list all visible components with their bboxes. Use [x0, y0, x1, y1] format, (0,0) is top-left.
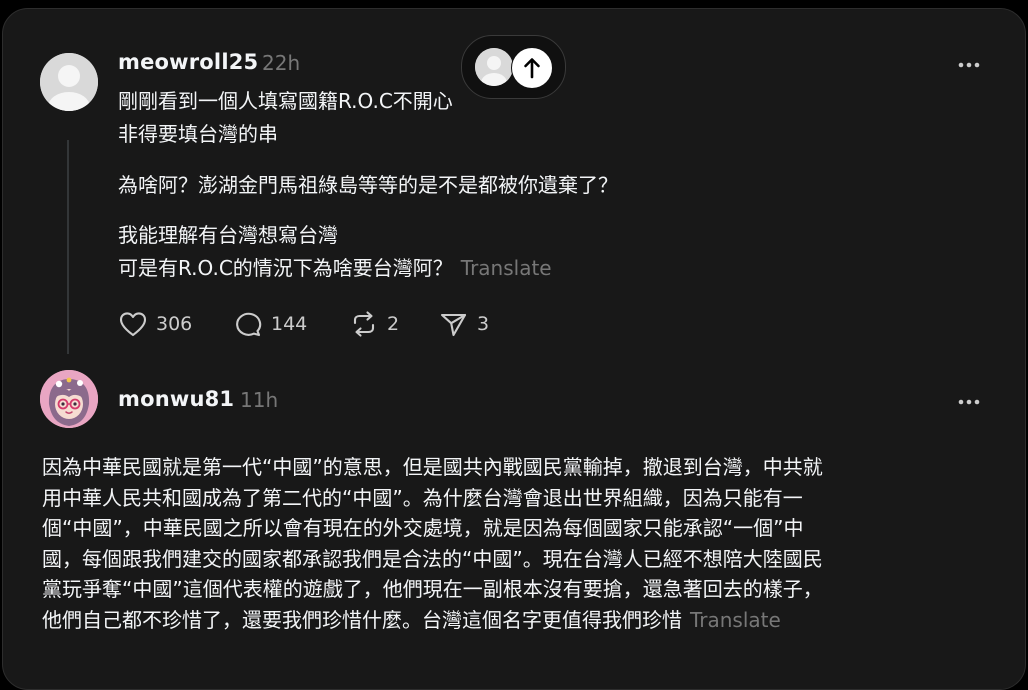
post-timestamp[interactable]: 11h [240, 388, 278, 412]
scroll-to-top-button[interactable] [511, 47, 553, 89]
post-text-line: 剛剛看到一個人填寫國籍R.O.C不開心 [118, 89, 453, 113]
post-text-line: 非得要填台灣的串 [118, 122, 278, 146]
repost-icon [353, 311, 375, 337]
send-icon [440, 313, 467, 337]
post-username[interactable]: meowroll25 [118, 50, 258, 74]
post-text-line: 用中華人民共和國成為了第二代的“中國”。為什麼台灣會退出世界組織，因為只能有一 [42, 485, 803, 510]
default-user-icon [40, 53, 98, 111]
avatar[interactable] [40, 370, 98, 428]
post-text-line: 為啥阿？澎湖金門馬祖綠島等等的是不是都被你遺棄了？ [118, 173, 618, 197]
translate-link[interactable]: Translate [461, 256, 552, 280]
heart-icon [119, 312, 147, 337]
arrow-up-icon [524, 58, 540, 79]
post-text: 他們自己都不珍惜了，還要我們珍惜什麼。台灣這個名字更值得我們珍惜 [42, 607, 682, 632]
post-text-line: 黨玩爭奪“中國”這個代表權的遊戲了，他們現在一副根本沒有要搶，還急著回去的樣子， [42, 577, 823, 601]
default-user-icon [475, 48, 513, 86]
post-text-last-line: 他們自己都不珍惜了，還要我們珍惜什麼。台灣這個名字更值得我們珍惜 Translat… [42, 605, 1002, 636]
avatar[interactable] [40, 53, 98, 111]
post-text: 可是有R.O.C的情況下為啥要台灣阿？ [118, 256, 453, 280]
scroll-to-top-pill[interactable] [461, 35, 566, 99]
post-text-last-line: 可是有R.O.C的情況下為啥要台灣阿？ Translate [118, 253, 552, 283]
post-text-line: 因為中華民國就是第一代“中國”的意思，但是國共內戰國民黨輸掉，撤退到台灣，中共就 [42, 455, 823, 479]
comment-icon [236, 312, 262, 337]
share-button[interactable]: 3 [439, 308, 489, 340]
repost-count: 2 [387, 313, 400, 335]
like-button[interactable]: 306 [118, 308, 192, 340]
post-text-line: 我能理解有台灣想寫台灣 [118, 223, 338, 247]
post-timestamp[interactable]: 22h [262, 51, 300, 75]
repost-button[interactable]: 2 [349, 308, 399, 340]
post-text-line: 個“中國”，中華民國之所以會有現在的外交處境，就是因為每個國家只能承認“一個”中 [42, 516, 804, 540]
share-count: 3 [477, 313, 490, 335]
more-options-icon[interactable] [956, 57, 984, 71]
avatar [475, 48, 513, 86]
thread-line [67, 140, 69, 354]
cartoon-girl-avatar-icon [40, 370, 98, 428]
translate-link[interactable]: Translate [690, 608, 781, 632]
post-text-line: 國，每個跟我們建交的國家都承認我們是合法的“中國”。現在台灣人已經不想陪大陸國民 [42, 546, 823, 571]
post-body: 因為中華民國就是第一代“中國”的意思，但是國共內戰國民黨輸掉，撤退到台灣，中共就… [42, 452, 1002, 635]
reply-button[interactable]: 144 [233, 308, 307, 340]
more-options-icon[interactable] [956, 394, 984, 408]
reply-count: 144 [271, 313, 308, 335]
like-count: 306 [156, 313, 193, 335]
post-username[interactable]: monwu81 [118, 387, 234, 411]
